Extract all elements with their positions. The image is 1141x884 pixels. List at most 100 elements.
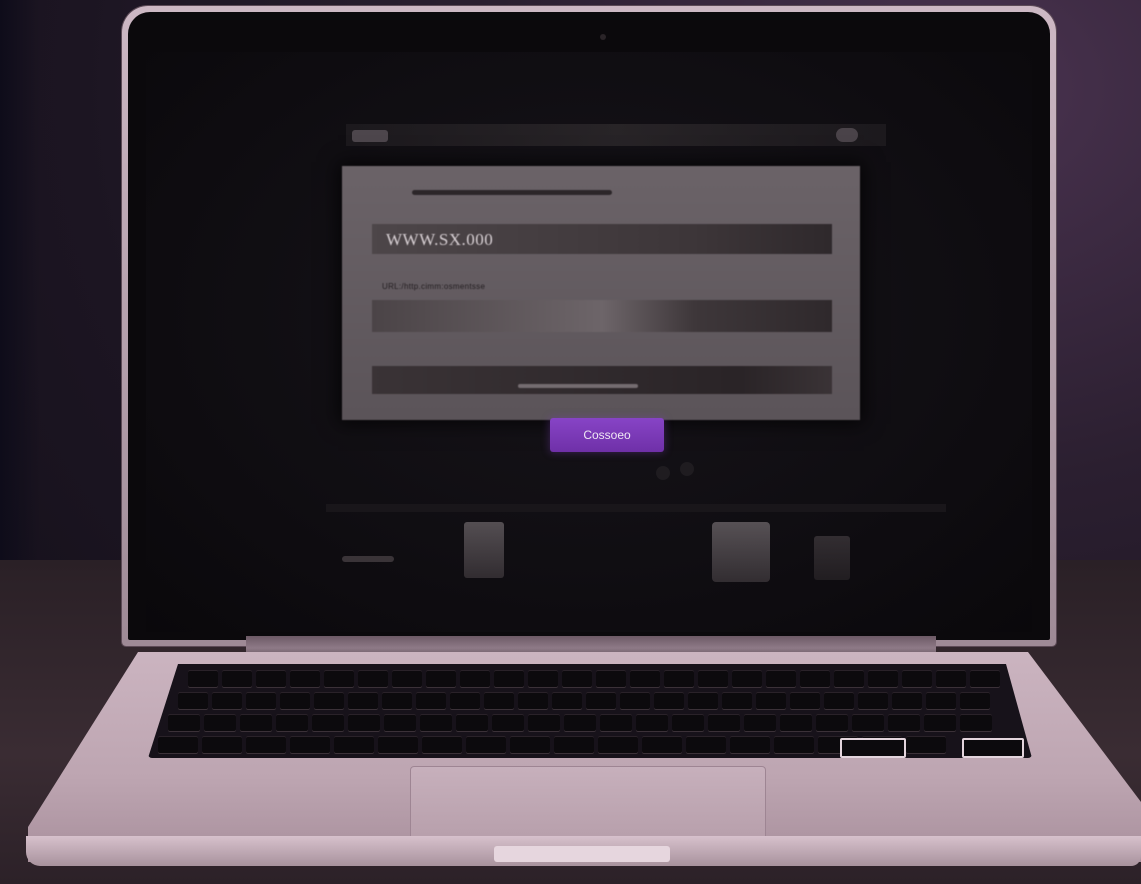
keyboard-key[interactable] — [554, 736, 594, 754]
keyboard-key[interactable] — [834, 670, 864, 688]
keyboard-key[interactable] — [596, 670, 626, 688]
keyboard-key[interactable] — [698, 670, 728, 688]
keyboard-key[interactable] — [188, 670, 218, 688]
keyboard-key[interactable] — [774, 736, 814, 754]
keyboard-key[interactable] — [460, 670, 490, 688]
keyboard-key[interactable] — [416, 692, 446, 710]
keyboard-key[interactable] — [518, 692, 548, 710]
keyboard-key[interactable] — [620, 692, 650, 710]
keyboard-key[interactable] — [450, 692, 480, 710]
keyboard-key[interactable] — [212, 692, 242, 710]
keyboard-key[interactable] — [630, 670, 660, 688]
keyboard-key[interactable] — [456, 714, 488, 732]
keyboard-key[interactable] — [290, 670, 320, 688]
keyboard-key[interactable] — [654, 692, 684, 710]
keyboard-key[interactable] — [222, 670, 252, 688]
keyboard-key[interactable] — [790, 692, 820, 710]
keyboard-key[interactable] — [426, 670, 456, 688]
dock-app-icon[interactable] — [814, 536, 850, 580]
keyboard-key[interactable] — [280, 692, 310, 710]
keyboard-key[interactable] — [168, 714, 200, 732]
keyboard-key[interactable] — [178, 692, 208, 710]
keyboard-key[interactable] — [924, 714, 956, 732]
keyboard-key[interactable] — [926, 692, 956, 710]
keyboard-key[interactable] — [562, 670, 592, 688]
keyboard-key[interactable] — [824, 692, 854, 710]
keyboard-key[interactable] — [290, 736, 330, 754]
keyboard-key[interactable] — [494, 670, 524, 688]
trackpad[interactable] — [410, 766, 766, 840]
keyboard-key[interactable] — [888, 714, 920, 732]
keyboard-key[interactable] — [256, 670, 286, 688]
keyboard-key[interactable] — [636, 714, 668, 732]
keyboard-key[interactable] — [906, 736, 946, 754]
keyboard-key[interactable] — [598, 736, 638, 754]
arrow-key-right[interactable] — [962, 738, 1024, 758]
keyboard-key[interactable] — [314, 692, 344, 710]
keyboard-key[interactable] — [358, 670, 388, 688]
keyboard-key[interactable] — [276, 714, 308, 732]
keyboard-key[interactable] — [484, 692, 514, 710]
keyboard-key[interactable] — [744, 714, 776, 732]
keyboard-key[interactable] — [334, 736, 374, 754]
keyboard-key[interactable] — [902, 670, 932, 688]
keyboard-key[interactable] — [246, 736, 286, 754]
keyboard-key[interactable] — [348, 714, 380, 732]
keyboard-key[interactable] — [466, 736, 506, 754]
keyboard-key[interactable] — [780, 714, 812, 732]
keyboard-key[interactable] — [800, 670, 830, 688]
keyboard-key[interactable] — [246, 692, 276, 710]
keyboard-key[interactable] — [868, 670, 898, 688]
keyboard-key[interactable] — [510, 736, 550, 754]
keyboard-key[interactable] — [552, 692, 582, 710]
keyboard-key[interactable] — [528, 670, 558, 688]
arrow-key-left[interactable] — [840, 738, 906, 758]
keyboard-key[interactable] — [970, 670, 1000, 688]
keyboard-key[interactable] — [816, 714, 848, 732]
submit-button[interactable]: Cossoeo — [550, 418, 664, 452]
keyboard-key[interactable] — [892, 692, 922, 710]
keyboard-key[interactable] — [766, 670, 796, 688]
keyboard-key[interactable] — [240, 714, 272, 732]
keyboard-key[interactable] — [960, 692, 990, 710]
keyboard-key[interactable] — [664, 670, 694, 688]
keyboard-key[interactable] — [422, 736, 462, 754]
keyboard-key[interactable] — [858, 692, 888, 710]
keyboard-key[interactable] — [492, 714, 524, 732]
keyboard-key[interactable] — [708, 714, 740, 732]
keyboard-key[interactable] — [732, 670, 762, 688]
keyboard-key[interactable] — [642, 736, 682, 754]
keyboard-key[interactable] — [312, 714, 344, 732]
keyboard-key[interactable] — [348, 692, 378, 710]
keyboard-key[interactable] — [202, 736, 242, 754]
keyboard-key[interactable] — [528, 714, 560, 732]
keyboard-key[interactable] — [392, 670, 422, 688]
keyboard-key[interactable] — [722, 692, 752, 710]
dock-app-icon[interactable] — [712, 522, 770, 582]
keyboard-key[interactable] — [852, 714, 884, 732]
url-field[interactable]: WWW.SX.000 — [372, 224, 832, 254]
keyboard-key[interactable] — [936, 670, 966, 688]
keyboard-key[interactable] — [586, 692, 616, 710]
keyboard-key[interactable] — [600, 714, 632, 732]
keyboard-key[interactable] — [204, 714, 236, 732]
keyboard-key[interactable] — [672, 714, 704, 732]
keyboard-key[interactable] — [420, 714, 452, 732]
menu-status-icon[interactable] — [836, 128, 858, 142]
keyboard-key[interactable] — [382, 692, 412, 710]
third-input[interactable] — [372, 366, 832, 394]
keyboard-key[interactable] — [756, 692, 786, 710]
keyboard-key[interactable] — [384, 714, 416, 732]
dock-app-icon[interactable] — [464, 522, 504, 578]
keyboard-key[interactable] — [324, 670, 354, 688]
keyboard-key[interactable] — [686, 736, 726, 754]
keyboard-key[interactable] — [158, 736, 198, 754]
keyboard-key[interactable] — [378, 736, 418, 754]
keyboard-key[interactable] — [730, 736, 770, 754]
second-input[interactable] — [372, 300, 832, 332]
keyboard-key[interactable] — [960, 714, 992, 732]
dock-item[interactable] — [342, 556, 394, 562]
menu-app-icon[interactable] — [352, 130, 388, 142]
keyboard-key[interactable] — [688, 692, 718, 710]
keyboard-key[interactable] — [564, 714, 596, 732]
